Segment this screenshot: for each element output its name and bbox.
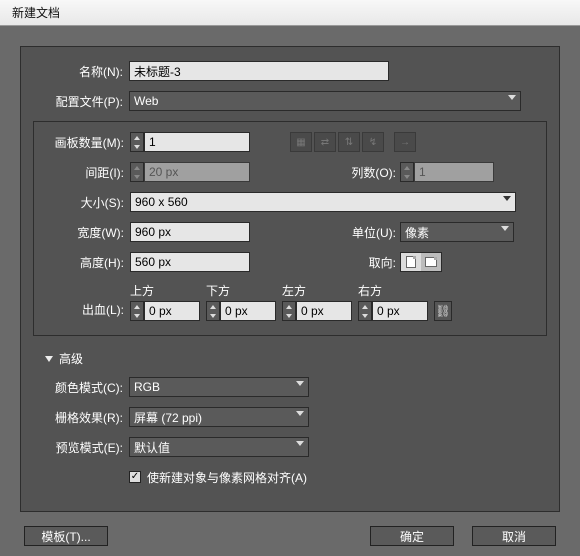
raster-dropdown[interactable]: 屏幕 (72 ppi) bbox=[129, 407, 309, 427]
bleed-bottom-stepper[interactable] bbox=[206, 301, 220, 321]
titlebar: 新建文档 bbox=[0, 0, 580, 26]
ok-button[interactable]: 确定 bbox=[370, 526, 454, 546]
cancel-button[interactable]: 取消 bbox=[472, 526, 556, 546]
bleed-bottom-input[interactable] bbox=[220, 301, 276, 321]
spacing-input bbox=[144, 162, 250, 182]
label-right: 右方 bbox=[358, 282, 428, 299]
label-advanced: 高级 bbox=[59, 350, 83, 367]
profile-dropdown[interactable]: Web bbox=[129, 91, 521, 111]
preview-value: 默认值 bbox=[134, 439, 170, 456]
label-profile: 配置文件(P): bbox=[39, 93, 129, 110]
bleed-left-input[interactable] bbox=[296, 301, 352, 321]
units-dropdown[interactable]: 像素 bbox=[400, 222, 514, 242]
dialog-title: 新建文档 bbox=[12, 4, 60, 21]
label-columns: 列数(O): bbox=[250, 164, 400, 181]
arrangement-group: ▦ ⇄ ⇅ ↯ bbox=[290, 132, 384, 152]
label-top: 上方 bbox=[130, 282, 200, 299]
link-bleed-icon[interactable]: ⛓ bbox=[434, 301, 452, 321]
align-pixel-checkbox[interactable]: ✓ bbox=[129, 471, 141, 483]
units-value: 像素 bbox=[405, 224, 429, 241]
label-units: 单位(U): bbox=[250, 224, 400, 241]
colormode-value: RGB bbox=[134, 380, 160, 394]
orientation-group bbox=[400, 252, 442, 272]
arrange-z-icon: ↯ bbox=[362, 132, 384, 152]
bleed-right-stepper[interactable] bbox=[358, 301, 372, 321]
orientation-landscape[interactable] bbox=[421, 253, 441, 271]
main-panel: 名称(N): 配置文件(P): Web 画板数量(M): ▦ ⇄ ⇅ bbox=[20, 46, 560, 512]
label-align-px: 使新建对象与像素网格对齐(A) bbox=[147, 469, 307, 486]
size-dropdown[interactable]: 960 x 560 bbox=[130, 192, 516, 212]
raster-value: 屏幕 (72 ppi) bbox=[134, 409, 202, 426]
width-input[interactable] bbox=[130, 222, 250, 242]
bleed-left-stepper[interactable] bbox=[282, 301, 296, 321]
bleed-right-input[interactable] bbox=[372, 301, 428, 321]
name-input[interactable] bbox=[129, 61, 389, 81]
advanced-disclosure[interactable]: 高级 bbox=[45, 350, 541, 367]
label-spacing: 间距(I): bbox=[48, 164, 130, 181]
columns-stepper bbox=[400, 162, 414, 182]
height-input[interactable] bbox=[130, 252, 250, 272]
profile-value: Web bbox=[134, 94, 158, 108]
label-preview: 预览模式(E): bbox=[39, 439, 129, 456]
preview-dropdown[interactable]: 默认值 bbox=[129, 437, 309, 457]
arrange-col-icon: ⇅ bbox=[338, 132, 360, 152]
label-raster: 栅格效果(R): bbox=[39, 409, 129, 426]
label-height: 高度(H): bbox=[48, 254, 130, 271]
size-value: 960 x 560 bbox=[135, 195, 188, 209]
orientation-portrait[interactable] bbox=[401, 253, 421, 271]
arrange-row-icon: ⇄ bbox=[314, 132, 336, 152]
label-bleed: 出血(L): bbox=[48, 301, 130, 321]
label-width: 宽度(W): bbox=[48, 224, 130, 241]
bleed-top-stepper[interactable] bbox=[130, 301, 144, 321]
template-button[interactable]: 模板(T)... bbox=[24, 526, 108, 546]
colormode-dropdown[interactable]: RGB bbox=[129, 377, 309, 397]
chevron-down-icon bbox=[45, 356, 53, 362]
label-colormode: 颜色模式(C): bbox=[39, 379, 129, 396]
label-left: 左方 bbox=[282, 282, 352, 299]
arrow-right-icon: → bbox=[394, 132, 416, 152]
label-name: 名称(N): bbox=[39, 63, 129, 80]
label-bottom: 下方 bbox=[206, 282, 276, 299]
artboards-stepper[interactable] bbox=[130, 132, 144, 152]
spacing-stepper bbox=[130, 162, 144, 182]
arrange-grid-icon: ▦ bbox=[290, 132, 312, 152]
label-size: 大小(S): bbox=[48, 194, 130, 211]
columns-input bbox=[414, 162, 494, 182]
bleed-top-input[interactable] bbox=[144, 301, 200, 321]
label-artboards: 画板数量(M): bbox=[48, 134, 130, 151]
artboards-input[interactable] bbox=[144, 132, 250, 152]
label-orientation: 取向: bbox=[250, 254, 400, 271]
artboard-section: 画板数量(M): ▦ ⇄ ⇅ ↯ → 间距(I): 列数(O): bbox=[33, 121, 547, 336]
